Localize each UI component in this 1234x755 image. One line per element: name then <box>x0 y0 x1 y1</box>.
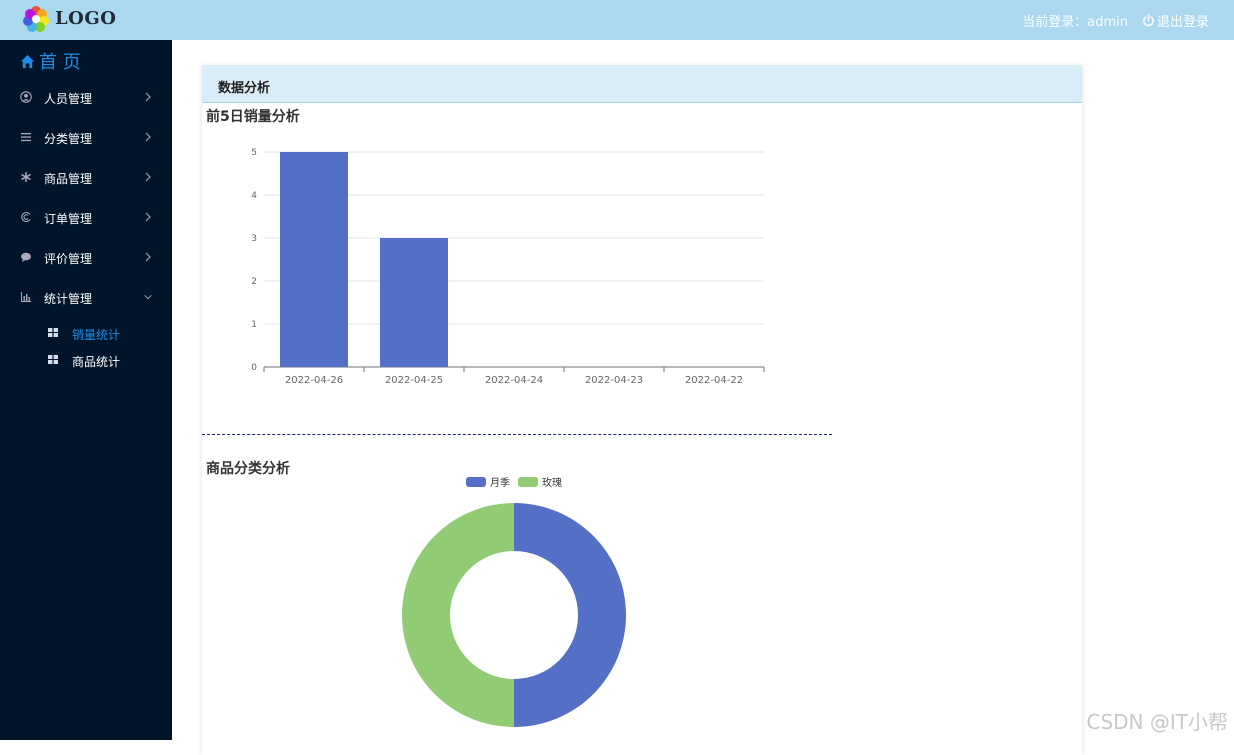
sidebar: 首 页 人员管理 分类管理 商品管理 订单管理 评价管理 统计管理 销量统计 商… <box>0 40 172 740</box>
x-tick-label: 2022-04-24 <box>485 375 543 386</box>
legend-item[interactable]: 玫瑰 <box>518 474 562 489</box>
order-icon <box>21 212 31 222</box>
sales-bar-chart: 0 1 2 3 4 5 2022-04-26 2022-04-25 2022-04-24 2022… <box>251 148 765 386</box>
submenu-item-label: 销量统计 <box>72 328 121 342</box>
sidebar-item-products[interactable]: 商品管理 <box>0 158 172 198</box>
logo-text: LOGO <box>55 8 117 29</box>
chevron-right-icon <box>145 132 151 142</box>
sidebar-item-label: 统计管理 <box>44 292 93 306</box>
chevron-right-icon <box>145 212 151 222</box>
watermark: CSDN @IT小帮 <box>1086 710 1229 734</box>
slice-月季[interactable] <box>514 503 626 727</box>
sidebar-item-label: 订单管理 <box>44 212 93 226</box>
y-tick-label: 0 <box>251 363 257 373</box>
grid-icon <box>48 328 58 337</box>
logout-label: 退出登录 <box>1156 15 1209 30</box>
comment-icon <box>21 252 31 262</box>
chevron-right-icon <box>145 92 151 102</box>
logout-button[interactable]: 退出登录 <box>1142 11 1209 30</box>
x-tick-label: 2022-04-22 <box>685 375 743 386</box>
sidebar-item-label: 分类管理 <box>44 132 93 146</box>
sidebar-item-orders[interactable]: 订单管理 <box>0 198 172 238</box>
bar-chart-icon <box>21 292 31 302</box>
submenu-item-product-stats[interactable]: 商品统计 <box>0 347 172 373</box>
submenu-item-label: 商品统计 <box>72 355 121 369</box>
category-donut-chart <box>402 503 626 727</box>
user-area: 当前登录：admin 退出登录 <box>1022 11 1209 30</box>
sidebar-item-label: 商品管理 <box>44 172 93 186</box>
legend-swatch <box>466 476 486 487</box>
data-analysis-card: 数据分析 前5日销量分析 0 1 2 3 4 5 2022-04-26 2022-04-25 2… <box>202 65 1082 755</box>
sidebar-item-statistics[interactable]: 统计管理 <box>0 278 172 318</box>
home-label: 首 页 <box>39 52 81 73</box>
sidebar-item-label: 评价管理 <box>44 252 93 266</box>
x-tick-label: 2022-04-25 <box>385 375 443 386</box>
grid-icon <box>48 355 58 364</box>
x-tick-label: 2022-04-23 <box>585 375 643 386</box>
chevron-right-icon <box>145 252 151 262</box>
category-section-title: 商品分类分析 <box>206 461 290 477</box>
y-tick-label: 3 <box>251 234 257 244</box>
legend-swatch <box>518 476 538 487</box>
x-tick-label: 2022-04-26 <box>285 375 343 386</box>
power-icon <box>1143 14 1154 27</box>
legend-item[interactable]: 月季 <box>466 474 510 489</box>
pie-legend: 月季 玫瑰 <box>466 474 562 489</box>
asterisk-icon <box>21 171 31 183</box>
slice-玫瑰[interactable] <box>402 503 514 727</box>
card-title: 数据分析 <box>218 81 271 96</box>
legend-label: 玫瑰 <box>542 478 562 489</box>
bar-2022-04-25[interactable] <box>380 238 448 367</box>
sidebar-item-reviews[interactable]: 评价管理 <box>0 238 172 278</box>
sidebar-item-categories[interactable]: 分类管理 <box>0 118 172 158</box>
y-tick-label: 1 <box>251 320 257 330</box>
y-tick-label: 2 <box>251 277 257 287</box>
chevron-right-icon <box>145 172 151 182</box>
card-header: 数据分析 <box>202 65 1082 103</box>
top-bar: LOGO 当前登录：admin 退出登录 <box>0 0 1234 40</box>
user-circle-icon <box>20 91 32 103</box>
logo-icon <box>23 6 49 32</box>
sales-section-title: 前5日销量分析 <box>206 109 300 125</box>
section-divider <box>202 434 832 435</box>
home-icon <box>20 54 35 68</box>
chevron-down-icon <box>144 295 152 300</box>
bar-2022-04-26[interactable] <box>280 152 348 367</box>
list-icon <box>21 133 31 142</box>
sidebar-item-users[interactable]: 人员管理 <box>0 78 172 118</box>
y-tick-label: 4 <box>251 191 257 201</box>
sidebar-item-label: 人员管理 <box>44 92 93 106</box>
login-status: 当前登录：admin <box>1022 15 1128 30</box>
y-tick-label: 5 <box>251 148 257 158</box>
sidebar-home[interactable]: 首 页 <box>20 48 81 74</box>
legend-label: 月季 <box>490 478 510 489</box>
submenu-item-sales-stats[interactable]: 销量统计 <box>0 320 172 346</box>
